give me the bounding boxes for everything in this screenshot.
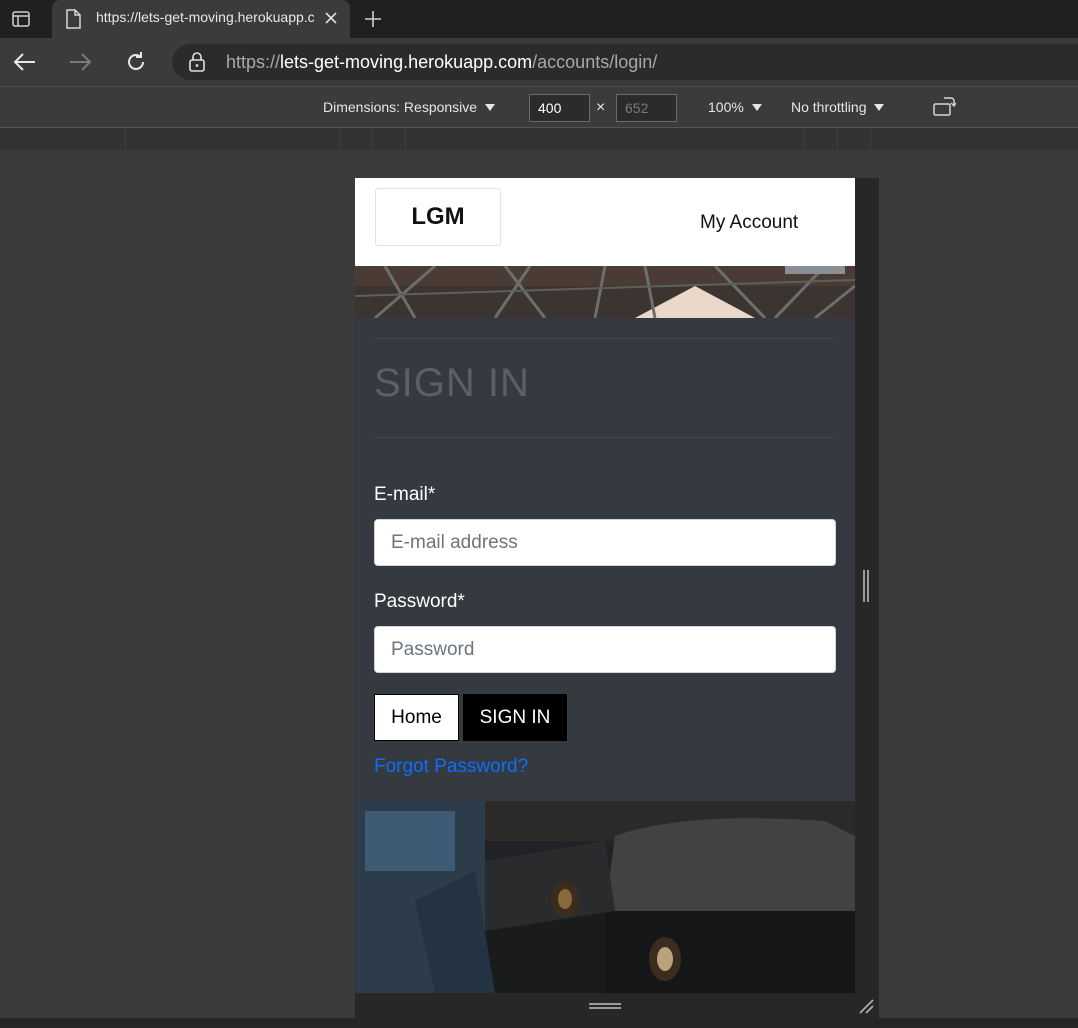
email-label: E-mail* bbox=[374, 484, 436, 505]
browser-tab[interactable]: https://lets-get-moving.herokuapp.com/ac… bbox=[52, 0, 350, 38]
back-icon[interactable] bbox=[8, 46, 42, 78]
hero-image-bottom bbox=[355, 801, 855, 993]
new-tab-icon[interactable] bbox=[360, 6, 386, 32]
url-text: https://lets-get-moving.herokuapp.com/ac… bbox=[226, 52, 657, 73]
password-field[interactable]: Password bbox=[374, 626, 836, 673]
forward-icon[interactable] bbox=[63, 46, 97, 78]
zoom-value: 100% bbox=[708, 99, 744, 115]
close-tab-icon[interactable] bbox=[320, 7, 342, 29]
chevron-down-icon bbox=[485, 104, 496, 111]
page-title: SIGN IN bbox=[374, 361, 530, 405]
device-viewport: LGM My Account SIGN IN E-mail* E-mail ad… bbox=[355, 178, 855, 993]
refresh-icon[interactable] bbox=[119, 46, 153, 78]
ruler-segment[interactable] bbox=[340, 128, 341, 150]
hero-image-top bbox=[355, 266, 855, 318]
signin-panel: SIGN IN E-mail* E-mail address Password*… bbox=[355, 318, 855, 801]
throttling-dropdown[interactable]: No throttling bbox=[791, 99, 885, 115]
tab-strip: https://lets-get-moving.herokuapp.com/ac… bbox=[0, 0, 1078, 38]
url-host: lets-get-moving.herokuapp.com bbox=[280, 52, 533, 72]
chevron-down-icon bbox=[751, 104, 762, 111]
divider bbox=[374, 338, 836, 339]
ruler-segment[interactable] bbox=[837, 128, 838, 150]
ruler-segment[interactable] bbox=[803, 128, 804, 150]
ruler-segment[interactable] bbox=[372, 128, 373, 150]
lock-icon[interactable] bbox=[188, 52, 206, 77]
site-header: LGM My Account bbox=[355, 178, 855, 266]
rotate-icon[interactable] bbox=[932, 96, 957, 123]
chevron-down-icon bbox=[874, 104, 885, 111]
corner-resize-icon[interactable] bbox=[858, 998, 874, 1019]
email-field[interactable]: E-mail address bbox=[374, 519, 836, 566]
forgot-password-link[interactable]: Forgot Password? bbox=[374, 756, 528, 778]
dimensions-dropdown[interactable]: Dimensions: Responsive bbox=[323, 99, 496, 115]
ruler-segment[interactable] bbox=[125, 128, 126, 150]
times-symbol: × bbox=[596, 99, 606, 116]
site-logo[interactable]: LGM bbox=[375, 188, 501, 246]
url-path: /accounts/login/ bbox=[532, 52, 658, 72]
resize-handle-icon[interactable] bbox=[589, 1003, 621, 1009]
width-input[interactable]: 400 bbox=[529, 94, 590, 122]
dimensions-label: Dimensions: Responsive bbox=[323, 99, 478, 115]
signin-button[interactable]: SIGN IN bbox=[463, 694, 567, 741]
ruler-segment[interactable] bbox=[870, 128, 871, 150]
zoom-dropdown[interactable]: 100% bbox=[708, 99, 762, 115]
height-input[interactable]: 652 bbox=[616, 94, 677, 122]
address-bar[interactable]: https://lets-get-moving.herokuapp.com/ac… bbox=[172, 44, 1078, 80]
my-account-link[interactable]: My Account bbox=[700, 212, 798, 234]
tab-title: https://lets-get-moving.herokuapp.com/ac… bbox=[96, 9, 314, 25]
home-button[interactable]: Home bbox=[374, 694, 459, 741]
bottom-strip bbox=[0, 1018, 1078, 1028]
resize-handle-icon[interactable] bbox=[863, 570, 869, 602]
media-query-bar bbox=[0, 128, 1078, 150]
ruler-segment[interactable] bbox=[405, 128, 406, 150]
url-scheme: https:// bbox=[226, 52, 281, 72]
tab-actions-icon[interactable] bbox=[8, 6, 34, 32]
device-toolbar: Dimensions: Responsive 400 × 652 100% No… bbox=[0, 86, 1078, 128]
navigation-bar: https://lets-get-moving.herokuapp.com/ac… bbox=[0, 38, 1078, 86]
password-label: Password* bbox=[374, 591, 465, 612]
divider bbox=[374, 437, 836, 438]
page-icon bbox=[64, 9, 82, 34]
throttling-value: No throttling bbox=[791, 99, 867, 115]
